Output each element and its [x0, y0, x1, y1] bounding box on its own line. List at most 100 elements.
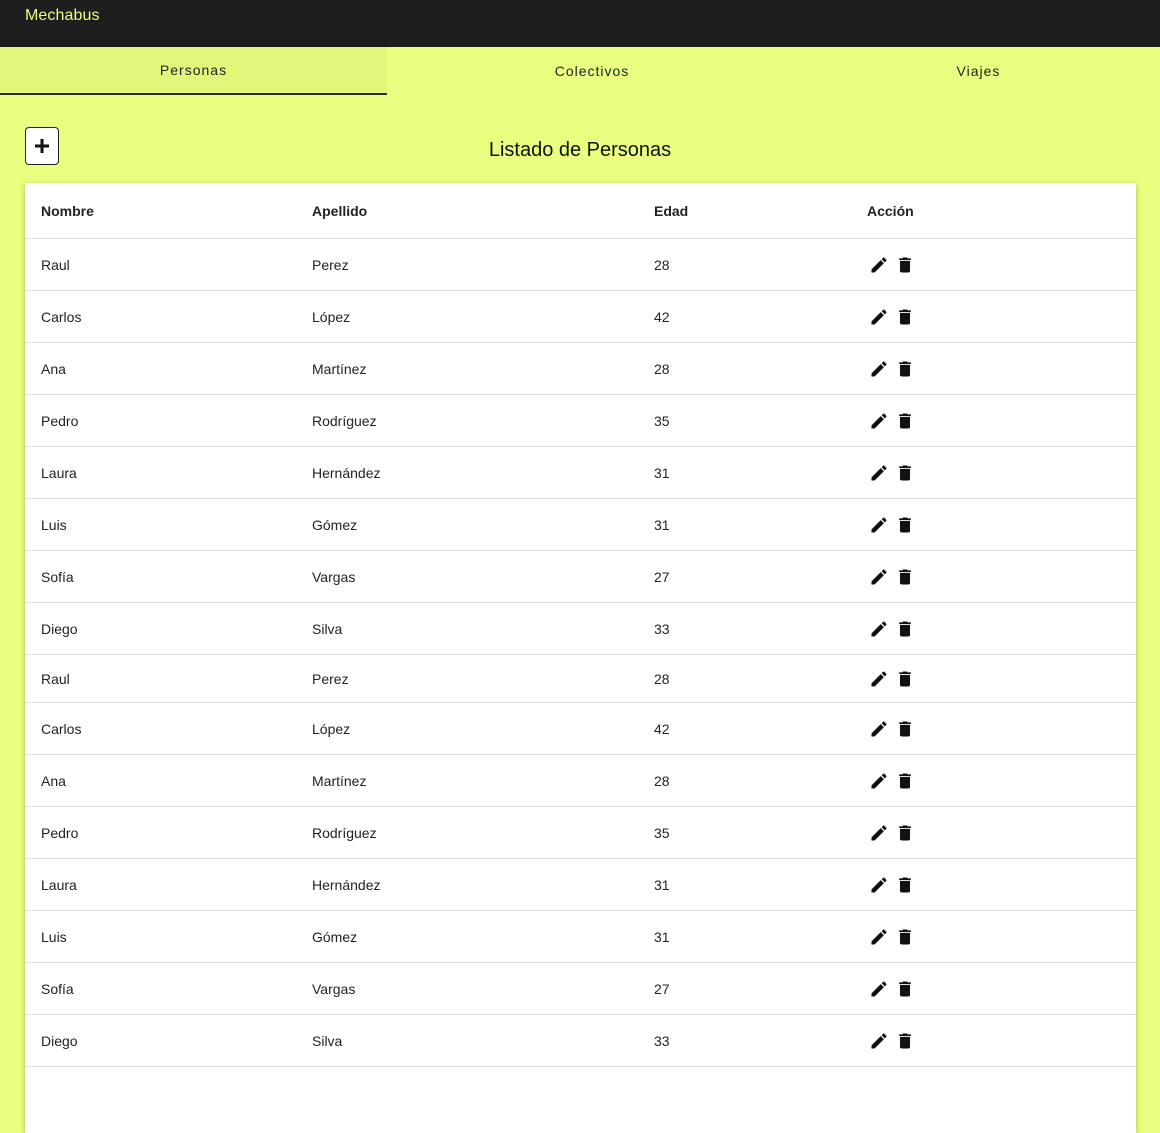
cell-nombre: Carlos	[25, 702, 312, 755]
delete-icon[interactable]	[893, 617, 917, 641]
table-row: Sofía Vargas 27	[25, 550, 1136, 603]
edit-icon[interactable]	[867, 667, 891, 691]
row-actions	[867, 357, 1136, 381]
cell-apellido: Rodríguez	[312, 394, 654, 447]
row-actions	[867, 977, 1136, 1001]
table-row: Diego Silva 33	[25, 1014, 1136, 1067]
cell-apellido: López	[312, 290, 654, 343]
cell-nombre: Luis	[25, 910, 312, 963]
cell-accion	[867, 1014, 1136, 1067]
edit-icon[interactable]	[867, 977, 891, 1001]
cell-apellido: Hernández	[312, 446, 654, 499]
table-row: Carlos López 42	[25, 702, 1136, 755]
cell-edad: 28	[654, 654, 867, 703]
cell-nombre: Raul	[25, 238, 312, 291]
edit-icon[interactable]	[867, 769, 891, 793]
delete-icon[interactable]	[893, 565, 917, 589]
edit-icon[interactable]	[867, 409, 891, 433]
cell-apellido: Perez	[312, 238, 654, 291]
cell-accion	[867, 394, 1136, 447]
tab-colectivos[interactable]: Colectivos	[387, 47, 797, 95]
table-row: Laura Hernández 31	[25, 858, 1136, 911]
edit-icon[interactable]	[867, 873, 891, 897]
cell-accion	[867, 602, 1136, 655]
table-row: Sofía Vargas 27	[25, 962, 1136, 1015]
edit-icon[interactable]	[867, 565, 891, 589]
edit-icon[interactable]	[867, 1029, 891, 1053]
cell-accion	[867, 550, 1136, 603]
cell-apellido: Vargas	[312, 550, 654, 603]
row-actions	[867, 717, 1136, 741]
list-header: Listado de Personas	[0, 95, 1160, 183]
delete-icon[interactable]	[893, 925, 917, 949]
persons-table-card: Nombre Apellido Edad Acción Raul Perez 28 C…	[25, 183, 1136, 1133]
delete-icon[interactable]	[893, 513, 917, 537]
edit-icon[interactable]	[867, 717, 891, 741]
edit-icon[interactable]	[867, 513, 891, 537]
delete-icon[interactable]	[893, 409, 917, 433]
row-actions	[867, 617, 1136, 641]
table-row: Raul Perez 28	[25, 654, 1136, 703]
cell-apellido: Rodríguez	[312, 806, 654, 859]
table-row: Diego Silva 33	[25, 602, 1136, 655]
edit-icon[interactable]	[867, 305, 891, 329]
table-row: Pedro Rodríguez 35	[25, 806, 1136, 859]
table-row: Luis Gómez 31	[25, 910, 1136, 963]
row-actions	[867, 667, 1136, 691]
cell-apellido: Hernández	[312, 858, 654, 911]
cell-apellido: López	[312, 702, 654, 755]
row-actions	[867, 565, 1136, 589]
row-actions	[867, 305, 1136, 329]
edit-icon[interactable]	[867, 357, 891, 381]
persons-table: Nombre Apellido Edad Acción Raul Perez 28 C…	[25, 183, 1136, 1067]
cell-nombre: Diego	[25, 1014, 312, 1067]
cell-edad: 33	[654, 1014, 867, 1067]
delete-icon[interactable]	[893, 821, 917, 845]
cell-nombre: Diego	[25, 602, 312, 655]
cell-edad: 33	[654, 602, 867, 655]
cell-edad: 31	[654, 858, 867, 911]
cell-accion	[867, 654, 1136, 703]
cell-nombre: Pedro	[25, 394, 312, 447]
delete-icon[interactable]	[893, 253, 917, 277]
cell-edad: 31	[654, 446, 867, 499]
edit-icon[interactable]	[867, 253, 891, 277]
row-actions	[867, 513, 1136, 537]
cell-accion	[867, 290, 1136, 343]
tab-personas[interactable]: Personas	[0, 47, 387, 95]
cell-nombre: Sofía	[25, 550, 312, 603]
column-header-accion: Acción	[867, 183, 1136, 239]
edit-icon[interactable]	[867, 821, 891, 845]
table-row: Ana Martínez 28	[25, 754, 1136, 807]
cell-edad: 28	[654, 754, 867, 807]
delete-icon[interactable]	[893, 357, 917, 381]
cell-apellido: Gómez	[312, 498, 654, 551]
edit-icon[interactable]	[867, 617, 891, 641]
edit-icon[interactable]	[867, 461, 891, 485]
delete-icon[interactable]	[893, 769, 917, 793]
cell-accion	[867, 858, 1136, 911]
cell-accion	[867, 446, 1136, 499]
cell-accion	[867, 702, 1136, 755]
cell-apellido: Perez	[312, 654, 654, 703]
cell-edad: 28	[654, 238, 867, 291]
cell-apellido: Martínez	[312, 342, 654, 395]
edit-icon[interactable]	[867, 925, 891, 949]
delete-icon[interactable]	[893, 717, 917, 741]
column-header-edad: Edad	[654, 183, 867, 239]
tab-viajes[interactable]: Viajes	[797, 47, 1160, 95]
cell-accion	[867, 910, 1136, 963]
delete-icon[interactable]	[893, 977, 917, 1001]
column-header-nombre: Nombre	[25, 183, 312, 239]
cell-apellido: Silva	[312, 602, 654, 655]
column-header-apellido: Apellido	[312, 183, 654, 239]
table-row: Laura Hernández 31	[25, 446, 1136, 499]
delete-icon[interactable]	[893, 667, 917, 691]
delete-icon[interactable]	[893, 1029, 917, 1053]
delete-icon[interactable]	[893, 873, 917, 897]
cell-nombre: Pedro	[25, 806, 312, 859]
table-row: Pedro Rodríguez 35	[25, 394, 1136, 447]
row-actions	[867, 409, 1136, 433]
delete-icon[interactable]	[893, 461, 917, 485]
delete-icon[interactable]	[893, 305, 917, 329]
